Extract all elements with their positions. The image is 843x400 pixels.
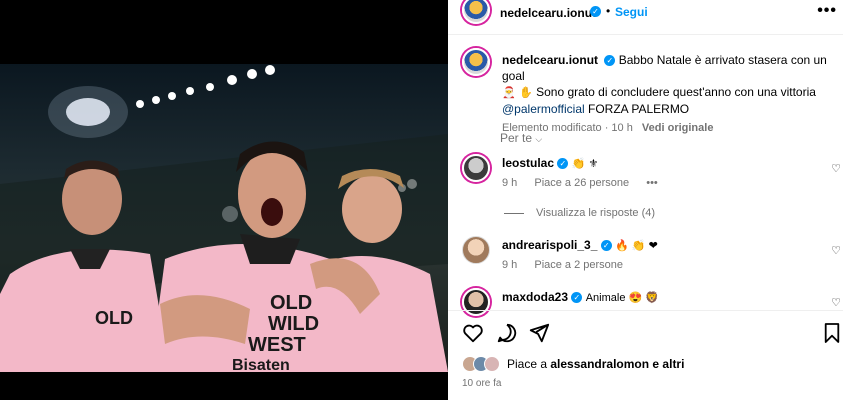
comment-text: maxdoda23 ✓ Animale 😍 🦁 [502, 290, 659, 304]
chevron-down-icon: ⌵ [535, 134, 543, 144]
header-divider [448, 34, 843, 35]
comment-meta: 9 h Piace a 2 persone [502, 259, 637, 271]
comment-likes[interactable]: Piace a 2 persone [534, 259, 623, 271]
caption-line-2: Sono grato di concludere quest'anno con … [536, 85, 816, 99]
see-original-link[interactable]: Vedi originale [642, 122, 714, 134]
author-username[interactable]: nedelcearu.ionut [500, 6, 596, 20]
likes-prefix: Piace a [507, 357, 548, 371]
left-jersey-text: OLD [95, 308, 133, 328]
likes-text: Piace a alessandralomon e altri [507, 357, 684, 371]
for-you-label: Per te [500, 131, 533, 145]
heart-icon[interactable]: ♡ [831, 244, 841, 257]
follow-button[interactable]: Segui [615, 5, 648, 19]
liker-avatar [484, 356, 500, 372]
caption-text: nedelcearu.ionut ✓ Babbo Natale è arriva… [502, 52, 842, 136]
celebration-photo: OLD OLD WILD WEST Bisaten [0, 65, 448, 372]
comment-body: Animale 😍 🦁 [585, 292, 659, 304]
santa-emoji: 🎅 [502, 87, 516, 99]
post-sidebar: nedelcearu.ionut ✓ • Segui ••• nedelcear… [448, 0, 843, 400]
comment-body: 👏 ⚜ [571, 158, 599, 170]
save-bookmark-icon[interactable] [823, 322, 841, 344]
comment-time: 9 h [502, 177, 518, 189]
comment-more-icon[interactable]: ••• [646, 177, 658, 189]
center-jersey-west: WEST [248, 334, 306, 356]
hand-emoji: ✋ [519, 87, 533, 99]
likes-summary[interactable]: Piace a alessandralomon e altri [462, 354, 684, 374]
likes-others[interactable]: e altri [652, 357, 684, 371]
center-jersey-wild: WILD [268, 313, 319, 335]
author-avatar[interactable] [462, 0, 490, 24]
comment-text: leostulac ✓ 👏 ⚜ [502, 156, 598, 170]
share-icon[interactable] [528, 322, 550, 344]
verified-icon: ✓ [557, 158, 569, 170]
likes-user[interactable]: alessandralomon [550, 357, 649, 371]
comment-time: 9 h [502, 259, 518, 271]
verified-icon: ✓ [600, 240, 612, 252]
action-bar [448, 322, 843, 346]
comment-text: andrearispoli_3_ ✓ 🔥 👏 ❤ [502, 238, 658, 252]
comment-username[interactable]: maxdoda23 [502, 290, 568, 304]
actions-divider [448, 310, 843, 311]
center-jersey-old: OLD [270, 292, 312, 314]
comment-body: 🔥 👏 ❤ [615, 240, 658, 252]
jersey-sponsor: Bisaten [232, 357, 290, 372]
for-you-filter[interactable]: Per te ⌵ [500, 131, 542, 145]
comment-likes[interactable]: Piace a 26 persone [534, 177, 629, 189]
caption-meta: Elemento modificato · 10 h Vedi original… [502, 120, 842, 136]
mention-link[interactable]: @palermofficial [502, 102, 585, 116]
comment-avatar[interactable] [462, 236, 490, 264]
heart-icon[interactable]: ♡ [831, 162, 841, 175]
comment-avatar[interactable] [462, 288, 490, 316]
view-replies-button[interactable]: Visualizza le risposte (4) [504, 207, 655, 219]
comment-meta: 9 h Piace a 26 persone ••• [502, 177, 672, 189]
view-replies-label: Visualizza le risposte (4) [536, 207, 656, 219]
verified-icon: ✓ [604, 55, 616, 67]
comment-avatar[interactable] [462, 154, 490, 182]
comment-username[interactable]: andrearispoli_3_ [502, 238, 597, 252]
like-heart-icon[interactable] [462, 322, 484, 344]
caption-avatar[interactable] [462, 48, 490, 76]
media-pane: OLD OLD WILD WEST Bisaten [0, 0, 448, 400]
caption-line-3: FORZA PALERMO [588, 102, 690, 116]
verified-icon: ✓ [590, 6, 601, 17]
post-timestamp: 10 ore fa [462, 378, 502, 389]
caption-username[interactable]: nedelcearu.ionut [502, 53, 598, 67]
separator-dot: • [606, 4, 611, 18]
verified-icon: ✓ [571, 292, 583, 304]
comment-username[interactable]: leostulac [502, 156, 554, 170]
more-options-icon[interactable]: ••• [817, 2, 837, 20]
post-photo[interactable]: OLD OLD WILD WEST Bisaten [0, 64, 448, 372]
replies-line [504, 212, 524, 214]
post-header: nedelcearu.ionut ✓ • Segui ••• [448, 0, 843, 26]
comment-icon[interactable] [496, 322, 518, 344]
heart-icon[interactable]: ♡ [831, 296, 841, 309]
